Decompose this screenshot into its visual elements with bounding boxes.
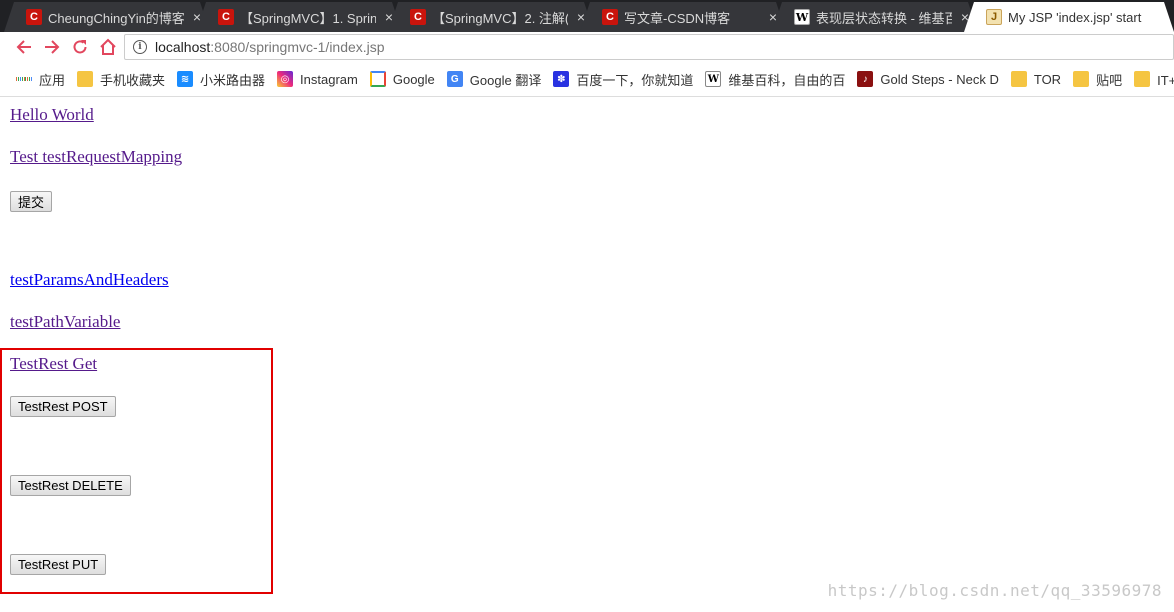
tab-title: CheungChingYin的博客 (48, 10, 184, 26)
bookmark-label: 维基百科，自由的百 (728, 72, 846, 88)
watermark: https://blog.csdn.net/qq_33596978 (827, 581, 1162, 600)
bookmark-instagram[interactable]: ◎ Instagram (277, 71, 358, 87)
bookmark-label: IT+暴恐 (1157, 72, 1174, 88)
csdn-icon: C (26, 9, 42, 25)
bookmark-label: 百度一下，你就知道 (576, 72, 694, 88)
wifi-icon: ≋ (177, 71, 194, 87)
bookmark-label: Google 翻译 (469, 72, 542, 88)
bookmark-label: Gold Steps - Neck D (880, 71, 999, 87)
bookmark-it[interactable]: IT+暴恐 (1134, 70, 1174, 89)
reload-icon (73, 40, 87, 54)
test-rest-post-button[interactable]: TestRest POST (10, 396, 116, 417)
instagram-icon: ◎ (277, 71, 294, 87)
tab-strip: C CheungChingYin的博客 × C 【SpringMVC】1. Sp… (0, 0, 1174, 32)
baidu-icon: ✽ (553, 71, 570, 87)
google-translate-icon: G (446, 71, 463, 87)
close-icon[interactable]: × (952, 9, 978, 25)
tab-cheungchingyin-blog[interactable]: C CheungChingYin的博客 × (4, 2, 210, 32)
bookmark-wikipedia[interactable]: W 维基百科，自由的百 (705, 70, 845, 89)
bookmark-label: TOR (1033, 71, 1062, 87)
test-params-and-headers-link[interactable]: testParamsAndHeaders (10, 270, 169, 290)
back-button[interactable] (10, 33, 38, 61)
csdn-icon: C (218, 9, 234, 25)
tab-rest-wiki[interactable]: W 表现层状态转换 - 维基百 × (772, 2, 978, 32)
bookmark-mi-router[interactable]: ≋ 小米路由器 (177, 70, 265, 89)
url-path: :8080/springmvc-1/index.jsp (210, 39, 385, 55)
close-icon[interactable]: × (760, 9, 786, 25)
browser-toolbar: i localhost:8080/springmvc-1/index.jsp (0, 32, 1174, 62)
hello-world-link[interactable]: Hello World (10, 105, 94, 125)
bookmark-label: 贴吧 (1096, 72, 1123, 88)
arrow-right-icon (45, 40, 60, 54)
bookmark-google-translate[interactable]: G Google 翻译 (446, 70, 542, 89)
tab-springmvc-1[interactable]: C 【SpringMVC】1. Sprin × (196, 2, 402, 32)
close-icon[interactable]: × (568, 9, 594, 25)
test-rest-get-link[interactable]: TestRest Get (10, 354, 97, 374)
csdn-icon: C (410, 9, 426, 25)
tab-springmvc-2[interactable]: C 【SpringMVC】2. 注解( × (388, 2, 594, 32)
submit-button[interactable]: 提交 (10, 191, 53, 212)
bookmark-label: Instagram (300, 71, 358, 87)
close-icon[interactable]: × (184, 9, 210, 25)
tab-title: My JSP 'index.jsp' start (1008, 9, 1142, 25)
home-button[interactable] (94, 33, 122, 61)
wiki-icon: W (794, 9, 810, 25)
bookmark-google[interactable]: Google (369, 71, 435, 87)
test-rest-put-button[interactable]: TestRest PUT (10, 554, 107, 575)
bookmark-label: 手机收藏夹 (100, 72, 166, 88)
bookmark-gold-steps[interactable]: ♪ Gold Steps - Neck D (857, 71, 999, 87)
bookmark-label: Google (392, 71, 435, 87)
url-host: localhost (155, 39, 211, 55)
wikipedia-icon: W (705, 71, 722, 87)
reload-button[interactable] (66, 33, 94, 61)
close-icon[interactable]: × (376, 9, 402, 25)
test-request-mapping-link[interactable]: Test testRequestMapping (10, 147, 182, 167)
tab-index-jsp[interactable]: J My JSP 'index.jsp' start (964, 2, 1174, 32)
address-bar[interactable]: i localhost:8080/springmvc-1/index.jsp (124, 34, 1174, 60)
home-icon (100, 38, 116, 55)
bookmark-apps[interactable]: 应用 (16, 70, 65, 89)
bookmark-label: 小米路由器 (200, 72, 266, 88)
bookmark-tieba[interactable]: 贴吧 (1073, 70, 1122, 89)
page-content: Hello World Test testRequestMapping 提交 t… (0, 97, 1174, 612)
test-rest-delete-button[interactable]: TestRest DELETE (10, 475, 131, 496)
jsp-icon: J (986, 9, 1002, 25)
folder-icon (77, 71, 94, 87)
tab-title: 写文章-CSDN博客 (624, 10, 731, 26)
tab-write-article[interactable]: C 写文章-CSDN博客 × (580, 2, 786, 32)
forward-button[interactable] (38, 33, 66, 61)
info-icon[interactable]: i (133, 40, 147, 54)
folder-icon (1010, 71, 1027, 87)
arrow-left-icon (16, 40, 31, 54)
bookmark-label: 应用 (39, 72, 66, 88)
bookmark-tor[interactable]: TOR (1010, 71, 1062, 87)
csdn-icon: C (602, 9, 618, 25)
tab-title: 【SpringMVC】2. 注解( (432, 10, 568, 26)
bookmark-baidu[interactable]: ✽ 百度一下，你就知道 (553, 70, 693, 89)
music-icon: ♪ (857, 71, 874, 87)
tab-title: 【SpringMVC】1. Sprin (240, 10, 376, 26)
bookmarks-bar: 应用 手机收藏夹 ≋ 小米路由器 ◎ Instagram Google G Go… (0, 62, 1174, 97)
folder-icon (1134, 71, 1151, 87)
apps-icon (16, 71, 33, 87)
test-path-variable-link[interactable]: testPathVariable (10, 312, 120, 332)
bookmark-mobile-favorites[interactable]: 手机收藏夹 (77, 70, 165, 89)
tab-title: 表现层状态转换 - 维基百 (816, 10, 952, 26)
folder-icon (1073, 71, 1090, 87)
google-icon (369, 71, 386, 87)
